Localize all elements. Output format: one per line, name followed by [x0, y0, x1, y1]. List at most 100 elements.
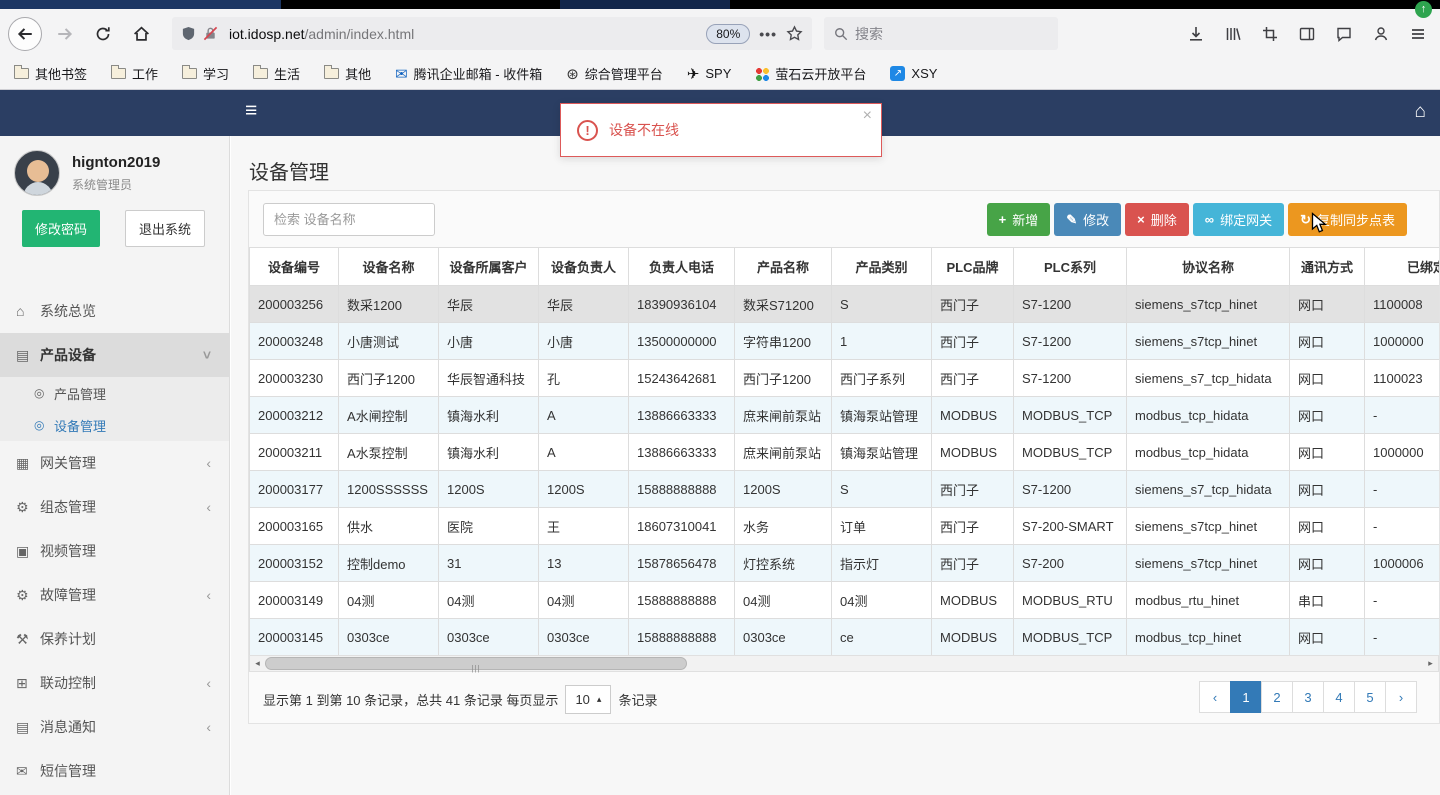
- sidebar-item-label: 产品设备: [40, 347, 96, 363]
- column-header[interactable]: 设备编号: [249, 247, 339, 286]
- bookmark-item[interactable]: 萤石云开放平台: [755, 64, 866, 83]
- page-button[interactable]: 5: [1354, 681, 1386, 713]
- table-row[interactable]: 200003256 数采1200 华辰 华辰 18390936104 数采S71200 S 西…: [249, 285, 1439, 323]
- download-icon[interactable]: [1188, 26, 1204, 42]
- page-button[interactable]: 3: [1292, 681, 1324, 713]
- table-cell: 数采1200: [338, 285, 439, 323]
- reload-button[interactable]: [88, 19, 118, 49]
- bookmark-item[interactable]: 学习: [182, 64, 229, 83]
- page-button[interactable]: 1: [1230, 681, 1262, 713]
- active-tab[interactable]: [0, 0, 281, 9]
- bookmark-item[interactable]: ⊛ 综合管理平台: [566, 64, 663, 83]
- chevron-left-icon: ‹: [206, 587, 211, 603]
- pagination: ‹ 1 2 3 4 5 ›: [1199, 681, 1417, 713]
- column-header[interactable]: 设备所属客户: [438, 247, 539, 286]
- sidebar-item[interactable]: ⚒ 保养计划: [0, 617, 229, 661]
- column-header[interactable]: 产品名称: [734, 247, 832, 286]
- browser-toolbar: iot.idosp.net /admin/index.html 80% ••• …: [0, 9, 1440, 58]
- browser-tab-strip[interactable]: [0, 0, 1440, 9]
- bookmark-item[interactable]: ↗ XSY: [890, 66, 937, 81]
- url-bar[interactable]: iot.idosp.net /admin/index.html 80% •••: [172, 17, 812, 50]
- bookmark-item[interactable]: 其他书签: [14, 64, 87, 83]
- table-cell: 13500000000: [628, 322, 735, 360]
- table-toolbar: + 新增 ✎ 修改 × 删除 ∞ 绑定网关 ↻ 复制同步点表: [986, 203, 1407, 236]
- table-row[interactable]: 200003211 A水泵控制 镇海水利 A 13886663333 庶来闸前泵站 镇海泵站…: [249, 433, 1439, 471]
- library-icon[interactable]: [1225, 26, 1241, 42]
- sidebar-toggle-icon[interactable]: ≡: [245, 99, 257, 123]
- sidebar-item[interactable]: ▤ 消息通知 ‹: [0, 705, 229, 749]
- page-size-dropdown[interactable]: 10 ▴: [565, 685, 612, 714]
- alert-close-icon[interactable]: ×: [863, 107, 872, 125]
- table-row[interactable]: 200003145 0303ce 0303ce 0303ce 15888888888 03…: [249, 618, 1439, 655]
- messages-icon[interactable]: [1336, 26, 1352, 42]
- column-header[interactable]: 负责人电话: [628, 247, 735, 286]
- sidebar-item[interactable]: ▣ 视频管理: [0, 529, 229, 573]
- change-password-button[interactable]: 修改密码: [22, 210, 101, 247]
- column-header[interactable]: 已绑定网关: [1364, 247, 1439, 286]
- bind-gateway-button[interactable]: ∞ 绑定网关: [1192, 203, 1285, 236]
- sidebar-item[interactable]: ⚙ 组态管理 ‹: [0, 485, 229, 529]
- account-icon[interactable]: [1373, 26, 1389, 42]
- table-row[interactable]: 200003248 小唐测试 小唐 小唐 13500000000 字符串1200 1 西门子 S…: [249, 322, 1439, 360]
- prev-page-button[interactable]: ‹: [1199, 681, 1231, 713]
- table-row[interactable]: 200003152 控制demo 31 13 15878656478 灯控系统 指示灯 西门子…: [249, 544, 1439, 582]
- table-row[interactable]: 200003177 1200SSSSSS 1200S 1200S 15888888888…: [249, 470, 1439, 508]
- insecure-lock-icon[interactable]: [203, 26, 218, 41]
- home-button[interactable]: [126, 19, 156, 49]
- column-header[interactable]: 设备负责人: [538, 247, 629, 286]
- bookmark-item[interactable]: 工作: [111, 64, 158, 83]
- sidebar-toggle-browser-icon[interactable]: [1299, 26, 1315, 42]
- browser-search-bar[interactable]: 搜索: [824, 17, 1058, 50]
- table-row[interactable]: 200003212 A水闸控制 镇海水利 A 13886663333 庶来闸前泵站 镇海泵站…: [249, 396, 1439, 434]
- bookmark-item[interactable]: ✉ 腾讯企业邮箱 - 收件箱: [395, 64, 542, 83]
- sidebar-item[interactable]: ⊞ 联动控制 ‹: [0, 661, 229, 705]
- sidebar-item[interactable]: ✉ 短信管理: [0, 749, 229, 793]
- app-home-icon[interactable]: ⌂: [1415, 101, 1426, 123]
- page-actions-icon[interactable]: •••: [759, 26, 777, 42]
- background-tab[interactable]: [560, 0, 730, 9]
- column-header[interactable]: 设备名称: [338, 247, 439, 286]
- sidebar-item[interactable]: ▤ 产品设备 ˅: [0, 333, 229, 377]
- bookmark-star-icon[interactable]: [786, 25, 803, 42]
- sidebar-item[interactable]: ⌂ 系统总览: [0, 289, 229, 333]
- copy-sync-table-button[interactable]: ↻ 复制同步点表: [1288, 203, 1407, 236]
- page-button[interactable]: 4: [1323, 681, 1355, 713]
- menu-icon[interactable]: [1410, 26, 1426, 42]
- edit-button[interactable]: ✎ 修改: [1054, 203, 1122, 236]
- device-search-input[interactable]: [263, 203, 435, 236]
- screenshot-icon[interactable]: [1262, 26, 1278, 42]
- scroll-left-icon[interactable]: ◂: [250, 656, 265, 671]
- table-row[interactable]: 200003230 西门子1200 华辰智通科技孔 15243642681 西门子120…: [249, 359, 1439, 397]
- horizontal-scrollbar[interactable]: ◂ ||| ▸: [249, 655, 1439, 673]
- add-button[interactable]: + 新增: [986, 203, 1051, 236]
- column-header[interactable]: 协议名称: [1126, 247, 1290, 286]
- column-header[interactable]: 通讯方式: [1289, 247, 1365, 286]
- page-button[interactable]: 2: [1261, 681, 1293, 713]
- alert-exclamation-icon: !: [577, 119, 598, 141]
- bookmark-item[interactable]: ✈ SPY: [687, 65, 732, 83]
- zoom-indicator[interactable]: 80%: [706, 23, 751, 44]
- table-row[interactable]: 200003165 供水 医院王 18607310041 水务 订单 西门子 S7-200-S…: [249, 507, 1439, 545]
- column-header[interactable]: 产品类别: [831, 247, 932, 286]
- back-button[interactable]: [8, 16, 42, 51]
- scroll-right-icon[interactable]: ▸: [1423, 656, 1438, 671]
- logout-button[interactable]: 退出系统: [124, 210, 205, 247]
- column-header[interactable]: PLC系列: [1013, 247, 1127, 286]
- table-row[interactable]: 200003149 04测 04测 04测 15888888888 04测 04测 MODBU…: [249, 581, 1439, 619]
- scrollbar-thumb[interactable]: |||: [265, 657, 687, 673]
- update-arrow-icon[interactable]: ↑: [1415, 1, 1432, 18]
- shield-icon[interactable]: [181, 26, 196, 41]
- column-header[interactable]: PLC品牌: [931, 247, 1014, 286]
- sidebar-subitem[interactable]: ◎ 设备管理: [0, 409, 229, 441]
- sidebar-subitem[interactable]: ◎ 产品管理: [0, 377, 229, 409]
- bookmark-item[interactable]: 其他: [324, 64, 371, 83]
- avatar: [14, 150, 60, 196]
- bookmark-item[interactable]: 生活: [253, 64, 300, 83]
- forward-button[interactable]: [50, 19, 80, 49]
- table-cell: 字符串1200: [734, 322, 832, 360]
- next-page-button[interactable]: ›: [1385, 681, 1417, 713]
- sidebar-item[interactable]: ⚙ 故障管理 ‹: [0, 573, 229, 617]
- sidebar-item[interactable]: ▦ 网关管理 ‹: [0, 441, 229, 485]
- table-cell: 小唐: [538, 322, 629, 360]
- delete-button[interactable]: × 删除: [1125, 203, 1189, 236]
